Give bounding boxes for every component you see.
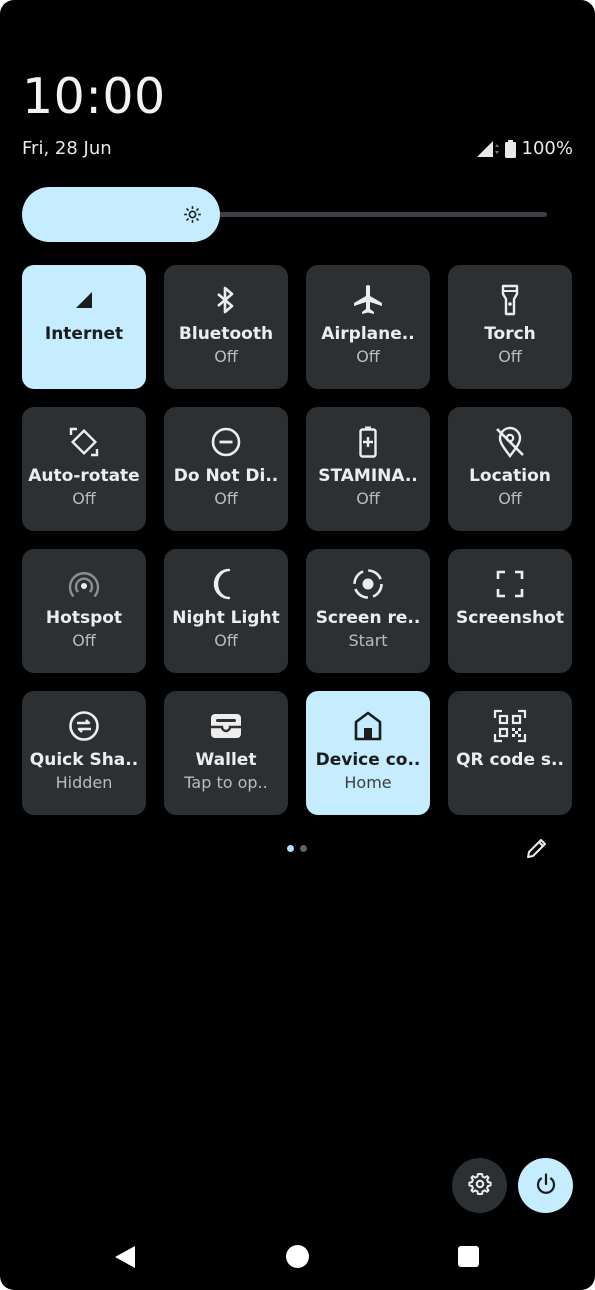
tile-label: Airplane.. bbox=[321, 324, 415, 344]
qr-code-icon bbox=[492, 708, 528, 744]
page-indicator bbox=[287, 845, 307, 852]
screen-record-icon bbox=[350, 566, 386, 602]
do-not-disturb-icon bbox=[208, 424, 244, 460]
tile-location[interactable]: Location Off bbox=[448, 407, 572, 531]
gear-icon bbox=[467, 1172, 492, 1200]
status-icons: 100% bbox=[476, 138, 573, 159]
location-off-icon bbox=[492, 424, 528, 460]
tile-status: Tap to op.. bbox=[184, 773, 268, 792]
tile-wallet[interactable]: Wallet Tap to op.. bbox=[164, 691, 288, 815]
power-button[interactable] bbox=[518, 1158, 573, 1213]
signal-icon bbox=[476, 140, 499, 158]
tile-torch[interactable]: Torch Off bbox=[448, 265, 572, 389]
tile-auto-rotate[interactable]: Auto-rotate Off bbox=[22, 407, 146, 531]
tile-qr-code-scanner[interactable]: QR code s.. bbox=[448, 691, 572, 815]
tile-label: Wallet bbox=[195, 750, 257, 770]
signal-icon bbox=[66, 282, 102, 318]
tile-status: Off bbox=[356, 347, 380, 366]
moon-icon bbox=[208, 566, 244, 602]
nav-home-button[interactable] bbox=[286, 1245, 309, 1268]
tile-status: Off bbox=[214, 347, 238, 366]
wallet-icon bbox=[208, 708, 244, 744]
hotspot-icon bbox=[66, 566, 102, 602]
tile-hotspot[interactable]: Hotspot Off bbox=[22, 549, 146, 673]
tile-screenshot[interactable]: Screenshot bbox=[448, 549, 572, 673]
tile-label: Torch bbox=[484, 324, 536, 344]
tile-bluetooth[interactable]: Bluetooth Off bbox=[164, 265, 288, 389]
clock: 10:00 bbox=[22, 68, 166, 125]
tile-quick-share[interactable]: Quick Sha.. Hidden bbox=[22, 691, 146, 815]
tile-screen-record[interactable]: Screen re.. Start bbox=[306, 549, 430, 673]
auto-rotate-icon bbox=[66, 424, 102, 460]
nav-recents-button[interactable] bbox=[458, 1246, 479, 1267]
tile-label: Screenshot bbox=[456, 608, 564, 628]
tile-status: Off bbox=[72, 631, 96, 650]
battery-icon bbox=[504, 139, 516, 158]
tile-label: Screen re.. bbox=[315, 608, 421, 628]
date: Fri, 28 Jun bbox=[22, 138, 112, 159]
tile-do-not-disturb[interactable]: Do Not Di.. Off bbox=[164, 407, 288, 531]
page-dot-active bbox=[287, 845, 294, 852]
tile-status: Start bbox=[348, 631, 388, 650]
quick-settings-panel: 10:00 Fri, 28 Jun 100% Internet Bluetoot… bbox=[0, 0, 595, 1290]
tile-label: Bluetooth bbox=[178, 324, 274, 344]
tile-label: QR code s.. bbox=[456, 750, 564, 770]
nav-back-button[interactable] bbox=[112, 1244, 138, 1270]
brightness-icon bbox=[183, 205, 202, 224]
settings-button[interactable] bbox=[452, 1158, 507, 1213]
home-icon bbox=[350, 708, 386, 744]
screenshot-icon bbox=[492, 566, 528, 602]
tile-label: Device co.. bbox=[315, 750, 421, 770]
tile-label: Internet bbox=[44, 324, 124, 344]
tile-label: Auto-rotate bbox=[28, 466, 140, 486]
tile-stamina[interactable]: STAMINA.. Off bbox=[306, 407, 430, 531]
tile-label: Quick Sha.. bbox=[29, 750, 139, 770]
tile-label: Do Not Di.. bbox=[173, 466, 279, 486]
tile-status: Home bbox=[344, 773, 392, 792]
tile-status: Off bbox=[498, 347, 522, 366]
tile-label: STAMINA.. bbox=[318, 466, 418, 486]
quick-share-icon bbox=[66, 708, 102, 744]
torch-icon bbox=[492, 282, 528, 318]
bluetooth-icon bbox=[208, 282, 244, 318]
tile-status: Off bbox=[498, 489, 522, 508]
tile-status: Off bbox=[214, 631, 238, 650]
tile-label: Night Light bbox=[172, 608, 280, 628]
tile-night-light[interactable]: Night Light Off bbox=[164, 549, 288, 673]
edit-pencil-icon[interactable] bbox=[525, 836, 549, 860]
brightness-track[interactable] bbox=[200, 212, 547, 217]
tile-status: Off bbox=[72, 489, 96, 508]
tile-airplane-mode[interactable]: Airplane.. Off bbox=[306, 265, 430, 389]
tile-label: Hotspot bbox=[45, 608, 123, 628]
tile-internet[interactable]: Internet bbox=[22, 265, 146, 389]
battery-percentage: 100% bbox=[521, 138, 573, 159]
power-icon bbox=[534, 1172, 558, 1200]
airplane-icon bbox=[350, 282, 386, 318]
tile-status: Hidden bbox=[55, 773, 113, 792]
tile-label: Location bbox=[469, 466, 551, 486]
tile-device-controls[interactable]: Device co.. Home bbox=[306, 691, 430, 815]
tile-status: Off bbox=[356, 489, 380, 508]
page-dot bbox=[300, 845, 307, 852]
tile-status: Off bbox=[214, 489, 238, 508]
battery-saver-icon bbox=[350, 424, 386, 460]
